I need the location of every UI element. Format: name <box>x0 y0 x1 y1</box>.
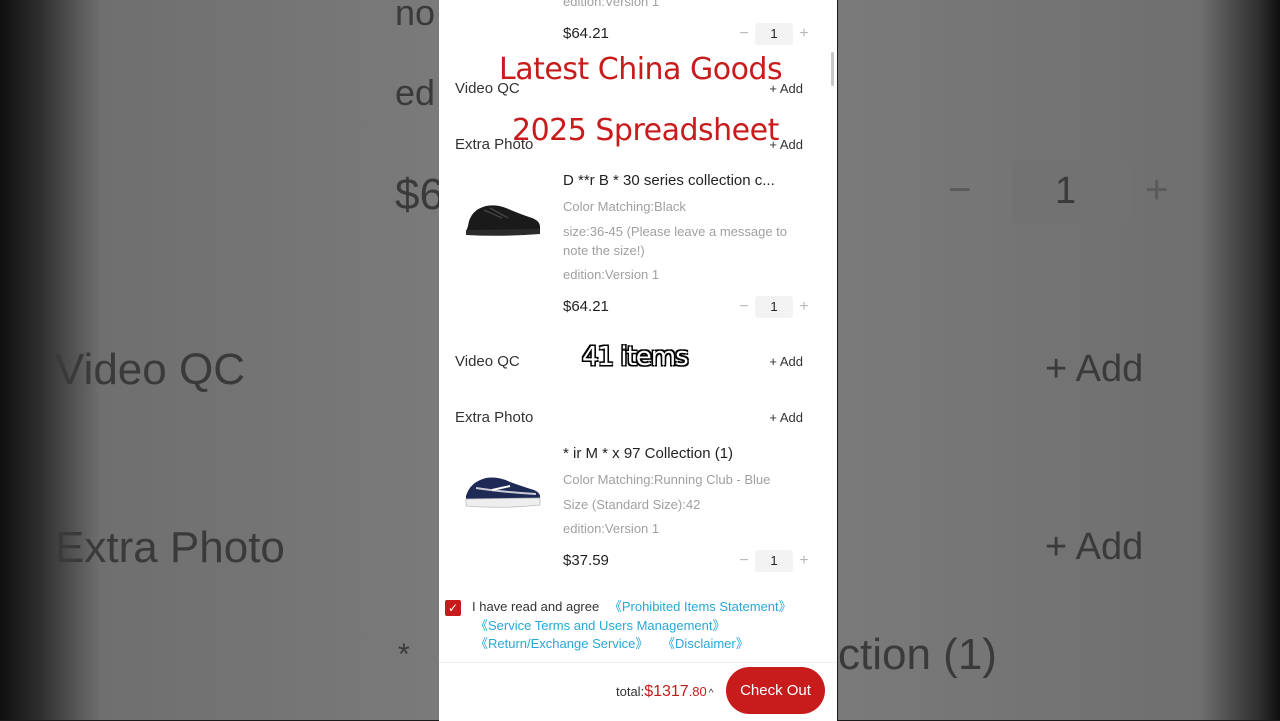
bg-text-add1: + Add <box>1045 348 1144 390</box>
check-out-button[interactable]: Check Out <box>726 667 825 714</box>
item-1-price: $64.21 <box>563 298 609 315</box>
link-service-terms[interactable]: 《Service Terms and Users Management》 <box>475 618 725 633</box>
add-extra-photo-button[interactable]: + Add <box>769 410 803 425</box>
item-2-title[interactable]: * ir M * x 97 Collection (1) <box>563 445 813 462</box>
total-integer: 1317 <box>653 683 689 700</box>
link-disclaimer[interactable]: 《Disclaimer》 <box>662 636 749 651</box>
total-currency: $ <box>644 683 654 700</box>
link-return-exchange[interactable]: 《Return/Exchange Service》 <box>475 636 648 651</box>
bg-text-extra-photo: Extra Photo <box>55 523 285 572</box>
item-1-edition: edition:Version 1 <box>563 267 660 282</box>
chevron-up-icon[interactable]: ^ <box>709 688 714 699</box>
item-2-price: $37.59 <box>563 552 609 569</box>
bg-text-plus: + <box>1145 168 1169 212</box>
qty-input[interactable]: 1 <box>755 23 793 45</box>
overlay-title-line2: 2025 Spreadsheet <box>512 113 779 148</box>
qty-minus-button[interactable]: − <box>736 25 752 43</box>
bg-text-star: * <box>398 638 410 671</box>
item-1-quantity-stepper: − 1 + <box>736 296 812 318</box>
bg-text-video-qc: Video QC <box>55 345 245 394</box>
qty-plus-button[interactable]: + <box>796 25 812 43</box>
bg-text-no: no <box>395 0 436 33</box>
bg-text-qty: 1 <box>1055 170 1077 212</box>
total-label: total: <box>616 684 645 699</box>
overlay-items-count: 41 items <box>582 342 689 372</box>
bg-text-ed: ed <box>395 72 436 113</box>
overlay-title-line1: Latest China Goods <box>499 52 783 87</box>
link-prohibited-items[interactable]: 《Prohibited Items Statement》 <box>609 599 792 614</box>
item-2-edition: edition:Version 1 <box>563 521 660 536</box>
agreement-text: I have read and agree 《Prohibited Items … <box>445 598 830 654</box>
qty-minus-button[interactable]: − <box>736 298 752 316</box>
item-0-quantity-stepper: − 1 + <box>736 23 812 45</box>
item-2-size: Size (Standard Size):42 <box>563 497 701 512</box>
agree-prefix: I have read and agree <box>472 599 600 614</box>
cart-total[interactable]: total:$1317.80 ^ <box>616 683 713 701</box>
item-2-color: Color Matching:Running Club - Blue <box>563 472 771 487</box>
bg-text-minus: − <box>948 168 972 212</box>
item-0-price: $64.21 <box>563 25 609 42</box>
item-0-spec-partial: edition:Version 1 <box>563 0 660 9</box>
service-label: Extra Photo <box>455 409 534 426</box>
bg-text-collection: ction (1) <box>838 630 997 679</box>
black-sneaker-image[interactable] <box>462 196 542 240</box>
item-2-quantity-stepper: − 1 + <box>736 550 812 572</box>
service-row-extra-photo: Extra Photo + Add <box>455 409 815 426</box>
item-1-title[interactable]: D **r B * 30 series collection c... <box>563 172 813 189</box>
navy-sneaker-image[interactable] <box>462 468 542 512</box>
service-label: Video QC <box>455 353 520 370</box>
qty-input[interactable]: 1 <box>755 296 793 318</box>
item-1-size: size:36-45 (Please leave a message to no… <box>563 224 788 258</box>
add-video-qc-button[interactable]: + Add <box>769 354 803 369</box>
qty-input[interactable]: 1 <box>755 550 793 572</box>
qty-plus-button[interactable]: + <box>796 298 812 316</box>
qty-minus-button[interactable]: − <box>736 552 752 570</box>
bg-text-price: $6 <box>395 170 444 219</box>
qty-plus-button[interactable]: + <box>796 552 812 570</box>
scrollbar[interactable] <box>831 52 834 86</box>
total-decimal: .80 <box>688 684 707 699</box>
item-1-color: Color Matching:Black <box>563 199 686 214</box>
total-amount: $1317.80 <box>644 683 707 700</box>
bg-text-add2: + Add <box>1045 526 1144 568</box>
